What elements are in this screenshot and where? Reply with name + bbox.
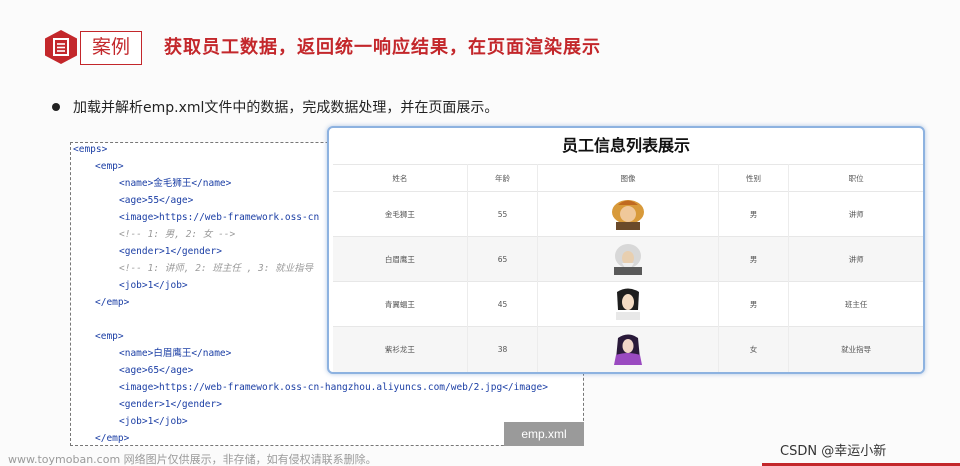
code-comment: <!-- 1: 男, 2: 女 --> (119, 229, 236, 240)
column-header: 性别 (718, 164, 790, 192)
table-row: 白眉鹰王 65 男 讲师 (333, 236, 923, 282)
column-header: 职位 (788, 164, 923, 192)
cell-job: 讲师 (788, 191, 923, 237)
employee-list-panel: 员工信息列表展示 姓名 年龄 图像 性别 职位 金毛狮王 55 男 讲师 白眉鹰… (327, 126, 925, 374)
column-header: 姓名 (333, 164, 468, 192)
file-name-label: emp.xml (504, 422, 584, 446)
table-row: 金毛狮王 55 男 讲师 (333, 191, 923, 237)
code-line: <job>1</job> (119, 416, 188, 427)
cell-age: 45 (467, 281, 539, 327)
code-line: <emp> (95, 161, 124, 172)
bullet-dot (52, 103, 60, 111)
cell-gender: 男 (718, 191, 790, 237)
code-line: <emps> (73, 144, 108, 155)
code-line: <gender>1</gender> (119, 246, 222, 257)
cell-gender: 男 (718, 236, 790, 282)
portrait-green-bat-icon (615, 288, 640, 320)
portrait-purple-dragon-icon (613, 334, 642, 366)
case-tag: 案例 (80, 31, 142, 65)
code-line: <image>https://web-framework.oss-cn (119, 212, 320, 223)
panel-title: 员工信息列表展示 (561, 136, 690, 155)
csdn-credit: CSDN @幸运小新 (780, 444, 887, 459)
column-header: 年龄 (467, 164, 539, 192)
watermark-text: www.toymoban.com 网络图片仅供展示，非存储，如有侵权请联系删除。 (8, 453, 377, 466)
table-row: 青翼蝠王 45 男 班主任 (333, 281, 923, 327)
column-header: 图像 (537, 164, 719, 192)
cell-age: 65 (467, 236, 539, 282)
code-line: <name>白眉鹰王</name> (119, 348, 232, 359)
code-line: <age>55</age> (119, 195, 194, 206)
code-comment: <!-- 1: 讲师, 2: 班主任 , 3: 就业指导 (119, 263, 314, 274)
cell-avatar (537, 191, 719, 237)
cell-avatar (537, 236, 719, 282)
code-line: <gender>1</gender> (119, 399, 222, 410)
cell-job: 讲师 (788, 236, 923, 282)
code-line: <job>1</job> (119, 280, 188, 291)
cell-age: 55 (467, 191, 539, 237)
cell-name: 白眉鹰王 (333, 236, 468, 282)
employee-table: 姓名 年龄 图像 性别 职位 金毛狮王 55 男 讲师 白眉鹰王 65 男 讲师… (333, 164, 923, 372)
code-line: </emp> (95, 433, 130, 444)
cell-name: 紫衫龙王 (333, 326, 468, 372)
code-line: </emp> (95, 297, 130, 308)
cell-name: 金毛狮王 (333, 191, 468, 237)
cell-job: 班主任 (788, 281, 923, 327)
table-row: 紫衫龙王 38 女 就业指导 (333, 326, 923, 372)
code-line: <image>https://web-framework.oss-cn-hang… (119, 382, 548, 393)
table-header-row: 姓名 年龄 图像 性别 职位 (333, 164, 923, 192)
page-title: 获取员工数据，返回统一响应结果，在页面渲染展示 (164, 37, 601, 58)
code-line: <name>金毛狮王</name> (119, 178, 232, 189)
code-line: <emp> (95, 331, 124, 342)
code-line: <age>65</age> (119, 365, 194, 376)
cell-gender: 女 (718, 326, 790, 372)
cell-gender: 男 (718, 281, 790, 327)
cell-age: 38 (467, 326, 539, 372)
case-icon (45, 30, 77, 64)
portrait-white-eagle-icon (613, 244, 642, 275)
cell-name: 青翼蝠王 (333, 281, 468, 327)
cell-avatar (537, 326, 719, 372)
cell-job: 就业指导 (788, 326, 923, 372)
cell-avatar (537, 281, 719, 327)
portrait-golden-lion-icon (611, 200, 644, 230)
bullet-text: 加载并解析emp.xml文件中的数据，完成数据处理，并在页面展示。 (73, 100, 499, 116)
